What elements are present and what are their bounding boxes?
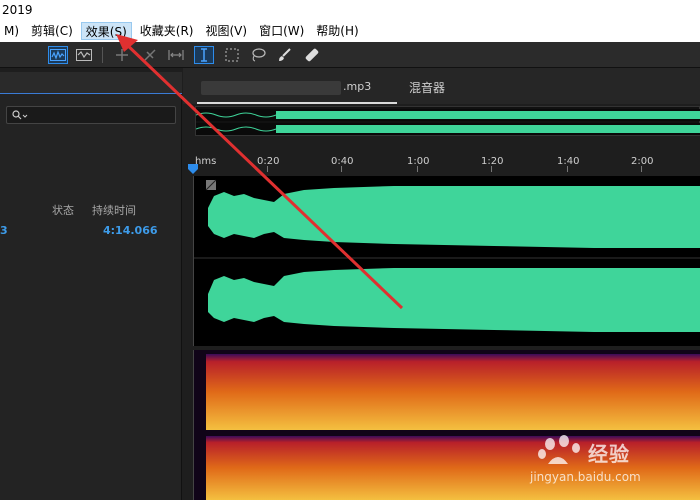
- menu-item-view[interactable]: 视图(V): [201, 22, 251, 40]
- files-search-input[interactable]: [6, 106, 176, 124]
- tab-mixer[interactable]: 混音器: [409, 79, 445, 96]
- file-duration: 4:14.066: [103, 224, 158, 237]
- search-icon: [12, 110, 28, 120]
- playhead-marker-icon[interactable]: [187, 164, 199, 174]
- ruler-label: 0:20: [257, 156, 280, 167]
- baidu-paw-logo-icon: [538, 435, 580, 464]
- watermark-url: jingyan.baidu.com: [530, 470, 641, 484]
- baidu-jingyan-watermark: 经验 jingyan.baidu.com: [530, 434, 660, 496]
- ruler-label: 2:00: [631, 156, 654, 167]
- menu-item-m[interactable]: M): [0, 22, 23, 40]
- menu-item-clip[interactable]: 剪辑(C): [27, 22, 77, 40]
- tab-file[interactable]: .mp3: [197, 78, 397, 104]
- ruler-label: 1:40: [557, 156, 580, 167]
- time-selection-tool-icon[interactable]: [194, 46, 214, 64]
- files-panel: 状态 持续时间 3 4:14.066: [0, 72, 182, 500]
- file-row[interactable]: 3 4:14.066: [0, 220, 182, 238]
- lasso-tool-icon[interactable]: [248, 46, 268, 64]
- waveform-view-icon[interactable]: [48, 46, 68, 64]
- spot-healing-icon[interactable]: [302, 46, 322, 64]
- marquee-tool-icon[interactable]: [222, 46, 242, 64]
- ruler-label: 0:40: [331, 156, 354, 167]
- waveform-display[interactable]: [193, 176, 700, 346]
- menu-item-effects[interactable]: 效果(S): [80, 22, 132, 40]
- razor-tool-icon[interactable]: [140, 46, 160, 64]
- window-title: 2019: [0, 0, 700, 20]
- files-panel-header: [0, 72, 182, 94]
- overview-waveform[interactable]: [195, 106, 700, 136]
- slip-tool-icon[interactable]: [166, 46, 186, 64]
- menu-bar: M) 剪辑(C) 效果(S) 收藏夹(R) 视图(V) 窗口(W) 帮助(H): [0, 20, 700, 42]
- move-tool-icon[interactable]: [112, 46, 132, 64]
- time-ruler[interactable]: hms 0:20 0:40 1:00 1:20 1:40 2:00: [188, 152, 700, 174]
- spectral-view-icon[interactable]: [74, 46, 94, 64]
- toolbar: [0, 42, 700, 68]
- ruler-label: 1:20: [481, 156, 504, 167]
- column-status[interactable]: 状态: [52, 202, 74, 218]
- app-window: 2019 M) 剪辑(C) 效果(S) 收藏夹(R) 视图(V) 窗口(W) 帮…: [0, 0, 700, 500]
- file-name-blurred: [201, 81, 341, 95]
- menu-item-help[interactable]: 帮助(H): [312, 22, 362, 40]
- file-name: 3: [0, 224, 8, 237]
- brush-tool-icon[interactable]: [274, 46, 294, 64]
- ruler-label: 1:00: [407, 156, 430, 167]
- menu-item-favorites[interactable]: 收藏夹(R): [136, 22, 198, 40]
- menu-item-window[interactable]: 窗口(W): [255, 22, 308, 40]
- column-duration[interactable]: 持续时间: [92, 202, 136, 218]
- watermark-logo-text: 经验: [588, 442, 630, 466]
- tab-file-label: .mp3: [343, 80, 372, 93]
- editor-tabbar: .mp3 混音器: [183, 68, 700, 104]
